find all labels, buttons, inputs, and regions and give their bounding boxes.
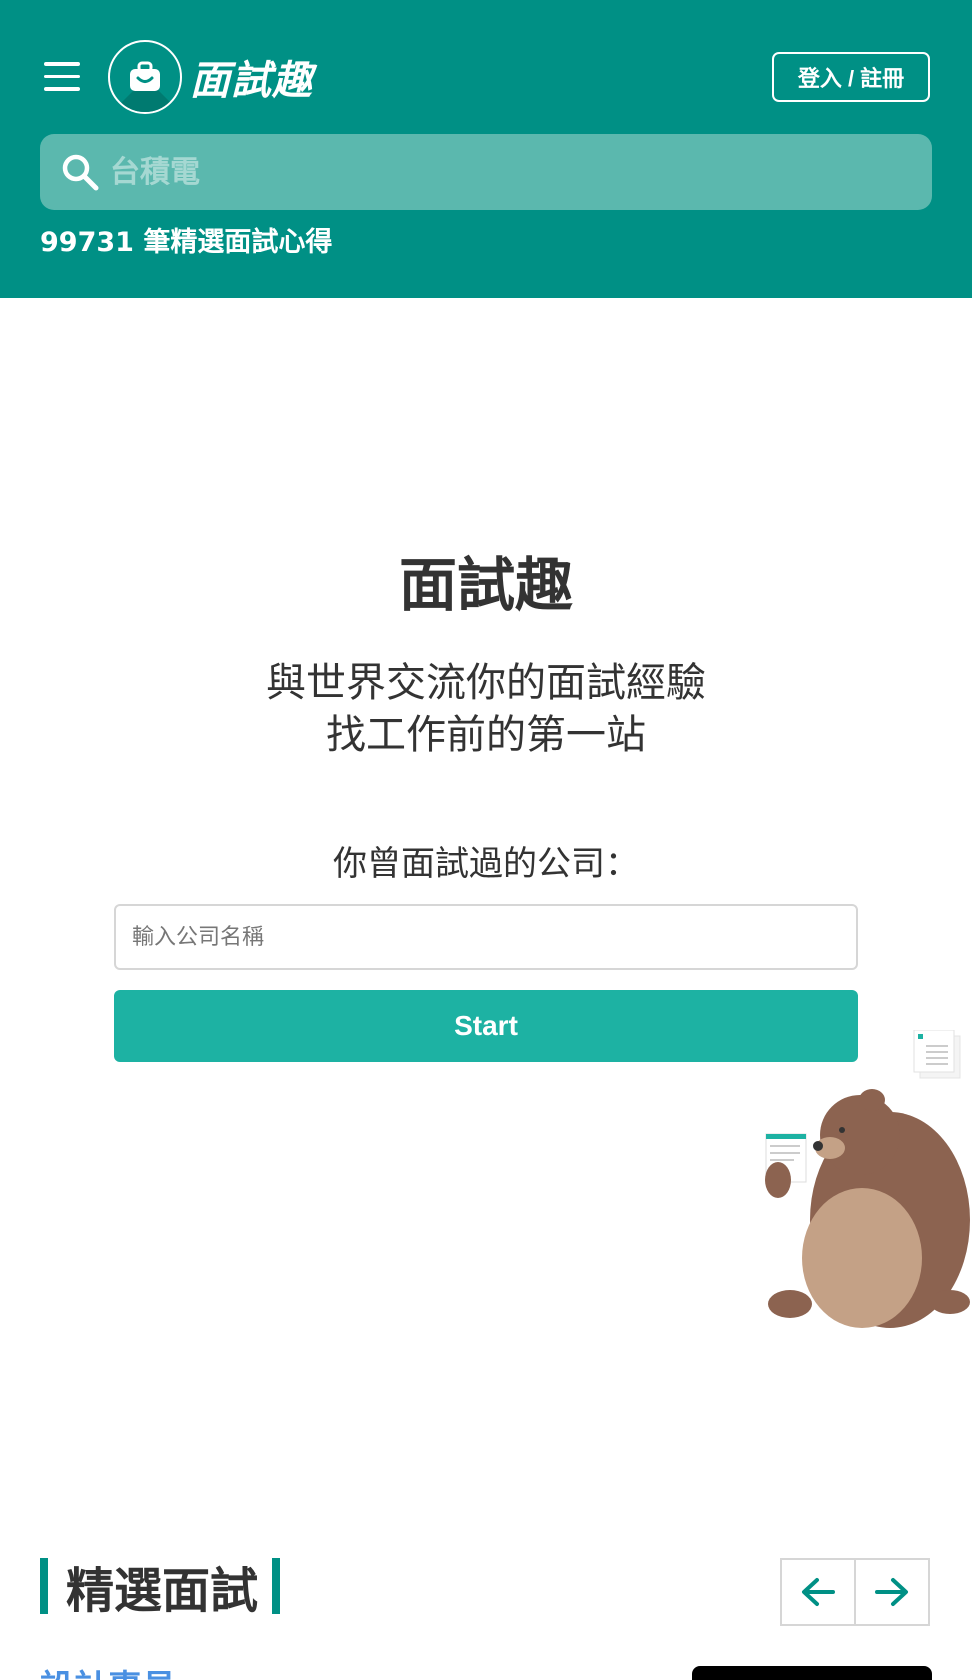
featured-section-header: 精選面試 xyxy=(40,1558,281,1619)
carousel-prev-button[interactable] xyxy=(780,1558,856,1626)
company-name-input[interactable] xyxy=(114,904,858,970)
login-register-button[interactable]: 登入 / 註冊 xyxy=(772,52,930,102)
title-accent-bar xyxy=(272,1558,281,1614)
featured-item-badge xyxy=(692,1666,932,1680)
briefcase-icon xyxy=(108,40,182,114)
hero-tagline-line1: 與世界交流你的面試經驗 xyxy=(266,660,706,706)
site-header: 面試趣 登入 / 註冊 99731 筆精選面試心得 xyxy=(0,0,972,298)
search-icon xyxy=(62,154,99,191)
company-form-label: 你曾面試過的公司： xyxy=(333,844,639,884)
featured-item-title[interactable]: 設計專員 xyxy=(40,1660,176,1680)
arrow-right-icon xyxy=(875,1578,908,1606)
site-logo[interactable]: 面試趣 xyxy=(108,40,313,114)
menu-icon-line xyxy=(44,87,80,91)
hamburger-menu-button[interactable] xyxy=(42,62,86,96)
featured-section-title: 精選面試 xyxy=(66,1563,259,1619)
title-accent-bar xyxy=(40,1558,48,1614)
arrow-left-icon xyxy=(802,1578,835,1606)
logo-text: 面試趣 xyxy=(190,58,313,104)
hero-title: 面試趣 xyxy=(398,551,573,619)
menu-icon-line xyxy=(44,62,80,66)
search-input[interactable] xyxy=(110,154,890,190)
interview-count-text: 99731 筆精選面試心得 xyxy=(40,227,333,258)
carousel-navigation xyxy=(780,1558,930,1626)
bear-mascot-illustration xyxy=(765,1030,970,1328)
search-bar[interactable] xyxy=(40,134,932,210)
hero-tagline-line2: 找工作前的第一站 xyxy=(326,712,646,758)
menu-icon-line xyxy=(44,74,80,78)
start-button[interactable]: Start xyxy=(114,990,858,1062)
carousel-next-button[interactable] xyxy=(854,1558,930,1626)
